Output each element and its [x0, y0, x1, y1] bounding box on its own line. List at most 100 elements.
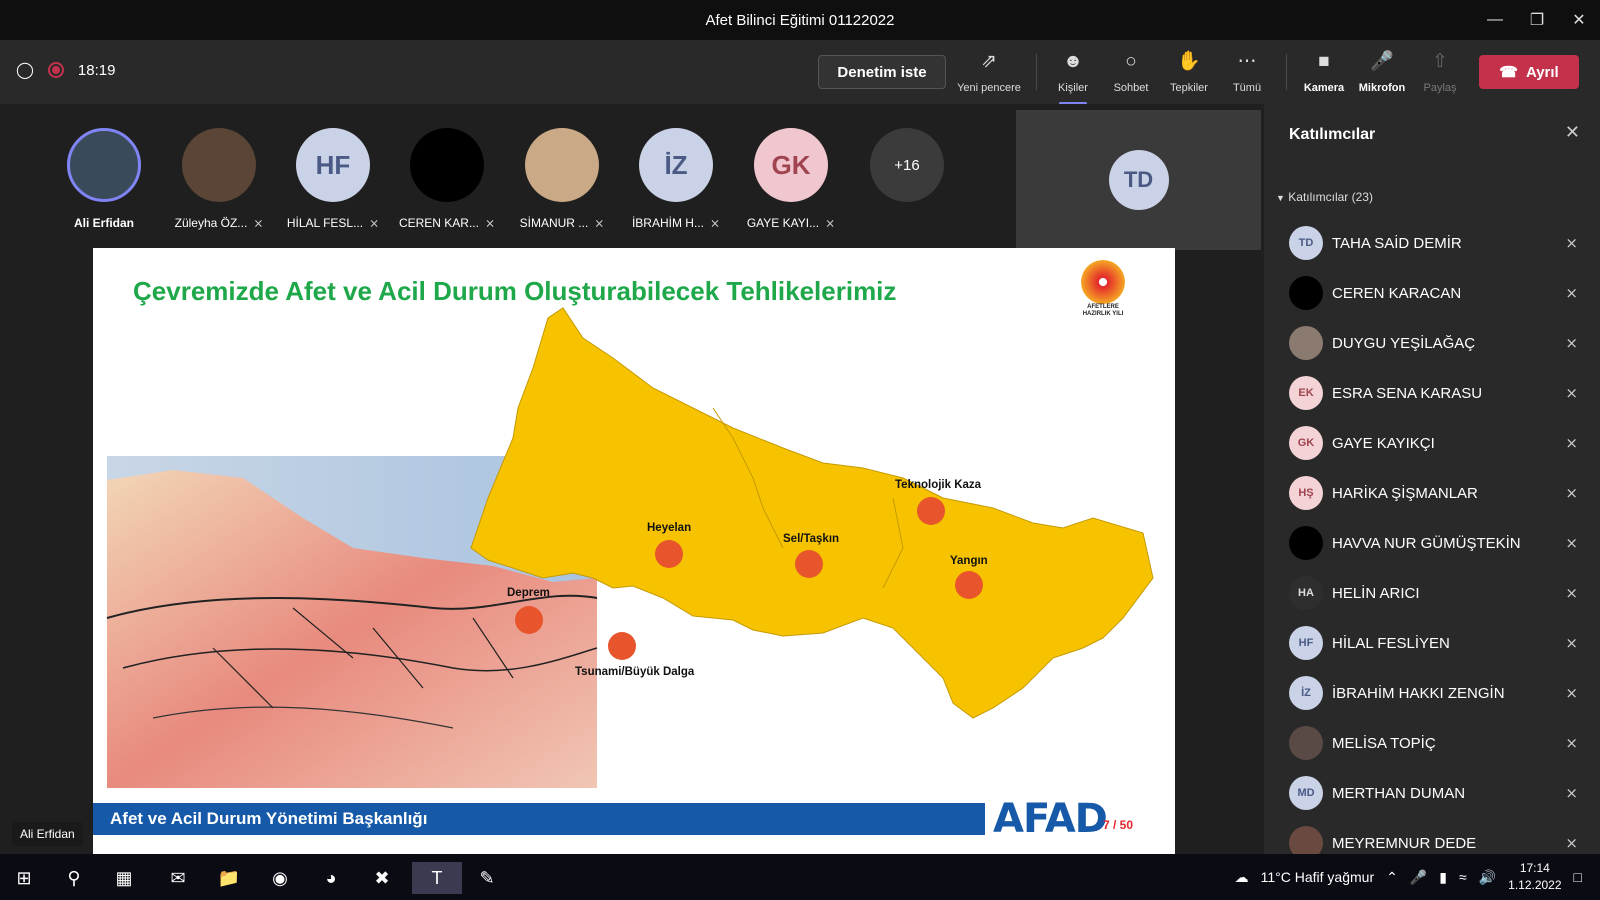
start-icon[interactable]: ⊞ [2, 862, 46, 894]
avatar [1289, 276, 1323, 310]
chevron-down-icon: ▼ [1276, 193, 1285, 203]
participant-row[interactable]: MD MERTHAN DUMAN ⨯ [1264, 768, 1600, 818]
close-icon[interactable]: ✕ [1565, 122, 1580, 143]
panel-title: Katılımcılar [1289, 126, 1376, 143]
close-window-icon[interactable]: ✕ [1558, 0, 1600, 40]
edge-icon[interactable]: ◕ [309, 862, 353, 894]
clock[interactable]: 17:14 1.12.2022 [1508, 860, 1561, 894]
popout-button[interactable]: ⇗ Yeni pencere [957, 50, 1021, 94]
mic-off-icon: ⨯ [1565, 485, 1578, 502]
participant-tile[interactable]: GK GAYE KAYI... ⨯ [736, 128, 846, 230]
participant-tile[interactable]: Züleyha ÖZ... ⨯ [164, 128, 274, 230]
wifi-icon[interactable]: ≈ [1459, 869, 1467, 885]
participant-name: HELİN ARICI [1332, 584, 1420, 602]
mic-off-icon: ⨯ [1565, 535, 1578, 552]
weather-icon: ☁ [1234, 868, 1249, 885]
take-control-button[interactable]: Denetim iste [818, 55, 946, 89]
participant-row[interactable]: HF HİLAL FESLİYEN ⨯ [1264, 618, 1600, 668]
participant-row[interactable]: HŞ HARİKA ŞİŞMANLAR ⨯ [1264, 468, 1600, 518]
mic-off-icon: ⨯ [1565, 385, 1578, 402]
participant-row[interactable]: HAVVA NUR GÜMÜŞTEKİN ⨯ [1264, 518, 1600, 568]
chat-button[interactable]: ○ Sohbet [1099, 50, 1163, 94]
svg-text:Yangın: Yangın [950, 555, 988, 567]
hazard-map: Teknolojik Kaza Heyelan Sel/Taşkın Yangı… [106, 307, 1154, 788]
slide-page-number: 7 / 50 [1103, 818, 1134, 832]
people-button[interactable]: ☻ Kişiler [1041, 50, 1105, 105]
task-view-icon[interactable]: ▦ [102, 862, 146, 894]
restore-icon[interactable]: ❐ [1516, 0, 1558, 40]
participant-row[interactable]: MELİSA TOPİÇ ⨯ [1264, 718, 1600, 768]
self-video-tile[interactable]: TD [1016, 110, 1261, 250]
participant-tile[interactable]: İZ İBRAHİM H... ⨯ [621, 128, 731, 230]
participant-name: İBRAHİM HAKKI ZENGİN [1332, 684, 1505, 702]
popout-icon: ⇗ [981, 51, 997, 72]
mic-icon[interactable]: 🎤 [1410, 869, 1427, 886]
mic-off-icon: ⨯ [1565, 435, 1578, 452]
mic-off-icon: ⨯ [369, 216, 380, 230]
weather-text[interactable]: 11°C Hafif yağmur [1261, 869, 1375, 885]
participants-section-toggle[interactable]: ▼ Katılımcılar (23) [1276, 190, 1373, 204]
participant-row[interactable]: İZ İBRAHİM HAKKI ZENGİN ⨯ [1264, 668, 1600, 718]
battery-icon[interactable]: ▮ [1439, 869, 1447, 886]
participant-row[interactable]: HA HELİN ARICI ⨯ [1264, 568, 1600, 618]
mic-off-icon: ⨯ [709, 216, 721, 230]
avatar: GK [1289, 426, 1323, 460]
avatar [182, 128, 256, 202]
camera-button[interactable]: ■ Kamera [1292, 50, 1356, 94]
mail-icon[interactable]: ✉ [156, 862, 200, 894]
more-icon: ⋯ [1237, 51, 1257, 72]
participants-panel: Katılımcılar ✕ ▼ Katılımcılar (23) TD TAH… [1264, 104, 1600, 860]
reactions-icon: ✋ [1177, 51, 1201, 72]
share-button[interactable]: ⇧ Paylaş [1408, 50, 1472, 94]
participant-tile[interactable]: HF HİLAL FESL... ⨯ [278, 128, 388, 230]
participant-row[interactable]: CEREN KARACAN ⨯ [1264, 268, 1600, 318]
chevron-up-icon[interactable]: ⌃ [1386, 869, 1398, 886]
reactions-button[interactable]: ✋ Tepkiler [1157, 50, 1221, 94]
mic-off-icon: ⨯ [1565, 835, 1578, 852]
meeting-timer: 18:19 [77, 61, 116, 79]
more-button[interactable]: ⋯ Tümü [1215, 50, 1279, 94]
minimize-icon[interactable]: — [1474, 0, 1516, 40]
participant-tile[interactable]: CEREN KAR... ⨯ [392, 128, 502, 230]
leave-button[interactable]: ☎ Ayrıl [1479, 55, 1579, 89]
file-explorer-icon[interactable]: 📁 [207, 862, 251, 894]
participant-row[interactable]: TD TAHA SAİD DEMİR ⨯ [1264, 218, 1600, 268]
participant-row[interactable]: EK ESRA SENA KARASU ⨯ [1264, 368, 1600, 418]
search-icon[interactable]: ⚲ [52, 862, 96, 894]
window-titlebar: Afet Bilinci Eğitimi 01122022 — ❐ ✕ [0, 0, 1600, 40]
participant-row[interactable]: DUYGU YEŞİLAĞAÇ ⨯ [1264, 318, 1600, 368]
avatar [1289, 326, 1323, 360]
participant-name: HİLAL FESLİYEN [1332, 634, 1450, 652]
notifications-icon[interactable]: □ [1574, 869, 1582, 885]
mic-off-icon: ⨯ [484, 216, 496, 230]
shield-icon: ◯ [16, 62, 34, 79]
participant-name: GAYE KAYIKÇI [1332, 434, 1435, 452]
mic-off-icon: ⨯ [1565, 785, 1578, 802]
avatar [1289, 526, 1323, 560]
camera-off-icon: ■ [1318, 51, 1330, 72]
mic-off-icon: ⨯ [1565, 635, 1578, 652]
mic-off-icon: ⨯ [1565, 335, 1578, 352]
chrome-icon[interactable]: ◉ [258, 862, 302, 894]
more-participants-button[interactable]: +16 [852, 128, 962, 202]
meeting-toolbar: ◯ 18:19 Denetim iste ⇗ Yeni pencere ☻ Ki… [0, 40, 1600, 105]
volume-icon[interactable]: 🔊 [1479, 869, 1496, 886]
participant-strip: Ali Erfidan Züleyha ÖZ... ⨯ HF HİLAL FESL… [0, 110, 1016, 250]
participant-name: HAVVA NUR GÜMÜŞTEKİN [1332, 534, 1521, 552]
avatar: TD [1108, 150, 1169, 210]
svg-text:Teknolojik Kaza: Teknolojik Kaza [895, 479, 982, 491]
paint-icon[interactable]: ✎ [465, 862, 509, 894]
participant-name: TAHA SAİD DEMİR [1332, 234, 1462, 252]
participant-tile[interactable]: Ali Erfidan [49, 128, 159, 230]
people-icon: ☻ [1063, 51, 1083, 72]
phone-hangup-icon: ☎ [1499, 64, 1518, 81]
participant-tile[interactable]: SİMANUR ... ⨯ [507, 128, 617, 230]
windows-taskbar: ⊞ ⚲ ▦ ✉ 📁 ◉ ◕ ✖ T ✎ ☁ 11°C Hafif yağmur … [0, 854, 1600, 900]
mic-off-icon: 🎤 [1370, 51, 1394, 72]
mic-button[interactable]: 🎤 Mikrofon [1350, 50, 1414, 94]
participant-row[interactable]: GK GAYE KAYIKÇI ⨯ [1264, 418, 1600, 468]
mic-off-icon: ⨯ [1565, 285, 1578, 302]
excel-icon[interactable]: ✖ [360, 862, 404, 894]
teams-icon[interactable]: T [412, 862, 462, 894]
mic-off-icon: ⨯ [1565, 685, 1578, 702]
